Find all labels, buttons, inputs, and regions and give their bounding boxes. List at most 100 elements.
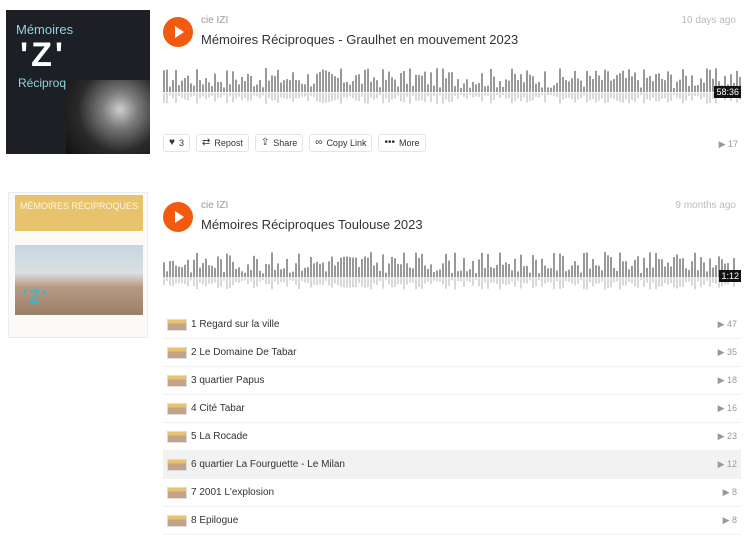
waveform-reflection-bar (532, 278, 534, 289)
waveform-reflection-bar (307, 93, 309, 102)
tracklist-row[interactable]: 2 Le Domaine De Tabar ▶ 35 (163, 339, 741, 367)
waveform-reflection-bar (697, 278, 699, 282)
waveform-bar (343, 256, 345, 278)
track-title[interactable]: Mémoires Réciproques Toulouse 2023 (201, 217, 423, 232)
copy-link-button[interactable]: ∞ Copy Link (309, 134, 373, 152)
track-username[interactable]: cie IZI (201, 200, 228, 211)
waveform-bar (334, 265, 336, 278)
waveform-reflection-bar (544, 93, 546, 103)
waveform-bar (616, 74, 618, 93)
play-button[interactable] (163, 17, 193, 47)
waveform-bar (316, 261, 318, 278)
waveform-reflection-bar (202, 278, 204, 285)
waveform-reflection-bar (595, 93, 597, 103)
waveform-bar (574, 70, 576, 93)
tracklist-row[interactable]: 3 quartier Papus ▶ 18 (163, 367, 741, 395)
waveform-bar (676, 254, 678, 278)
waveform-bar (658, 258, 660, 278)
waveform-bar (205, 78, 207, 93)
waveform-reflection-bar (427, 93, 429, 97)
waveform-bar (595, 70, 597, 93)
track-username[interactable]: cie IZI (201, 15, 228, 26)
waveform-reflection-bar (496, 93, 498, 96)
tracklist-row[interactable]: 5 La Rocade ▶ 23 (163, 423, 741, 451)
waveform-bar (214, 267, 216, 278)
waveform-reflection-bar (256, 93, 258, 97)
waveform-bar (172, 260, 174, 278)
waveform-bar (547, 87, 549, 93)
tracklist-row[interactable]: 8 Epilogue ▶ 8 (163, 507, 741, 535)
waveform-bar (520, 254, 522, 278)
waveform-bar (553, 85, 555, 93)
waveform-reflection-bar (595, 278, 597, 284)
waveform-reflection-bar (607, 93, 609, 103)
waveform-reflection-bar (580, 278, 582, 281)
waveform-reflection-bar (547, 278, 549, 283)
waveform-reflection-bar (433, 93, 435, 96)
waveform-bar (628, 269, 630, 278)
waveform-reflection-bar (502, 93, 504, 96)
waveform-reflection-bar (499, 93, 501, 99)
waveform-bar (385, 272, 387, 278)
tracklist-row[interactable]: 7 2001 L'explosion ▶ 8 (163, 479, 741, 507)
waveform-bar (541, 87, 543, 93)
waveform-reflection-bar (274, 93, 276, 101)
link-icon: ∞ (315, 137, 323, 148)
waveform-reflection-bar (463, 278, 465, 287)
waveform-reflection-bar (196, 278, 198, 290)
waveform-bar (412, 268, 414, 278)
waveform-bar (667, 262, 669, 278)
track-thumbnail (167, 402, 187, 415)
waveform-bar (469, 269, 471, 278)
waveform-reflection-bar (535, 93, 537, 97)
waveform-reflection-bar (631, 278, 633, 284)
like-button[interactable]: ♥ 3 (163, 134, 190, 152)
tracklist-row[interactable]: 1 Regard sur la ville ▶ 47 (163, 311, 741, 339)
tracklist-row[interactable]: 4 Cité Tabar ▶ 16 (163, 395, 741, 423)
waveform-bars[interactable] (163, 250, 741, 294)
more-button[interactable]: ••• More (378, 134, 426, 152)
track-artwork[interactable]: Mémoires 'Z' Réciproques (6, 10, 150, 154)
waveform-reflection-bar (475, 93, 477, 97)
heart-icon: ♥ (169, 137, 175, 148)
waveform-reflection-bar (535, 278, 537, 287)
waveform-bar (457, 271, 459, 278)
waveform-reflection-bar (262, 278, 264, 281)
waveform-bar (241, 76, 243, 93)
waveform-reflection-bar (709, 93, 711, 104)
share-button[interactable]: ⇪ Share (254, 134, 304, 152)
tracklist-title: 3 quartier Papus (191, 375, 265, 386)
track-title[interactable]: Mémoires Réciproques - Graulhet en mouve… (201, 32, 518, 47)
waveform[interactable]: 58:36 (163, 66, 741, 108)
play-count-icon: ▶ (717, 403, 727, 413)
play-button[interactable] (163, 202, 193, 232)
waveform-reflection-bar (403, 93, 405, 103)
waveform-bar (568, 81, 570, 93)
waveform-bar (283, 80, 285, 93)
playlist-artwork[interactable]: MÉMOIRES RÉCIPROQUES 'Z' (8, 192, 148, 338)
waveform-bars[interactable] (163, 66, 741, 108)
waveform-bar (673, 88, 675, 93)
waveform-bar (238, 84, 240, 93)
waveform-bar (460, 87, 462, 93)
waveform-bar (373, 265, 375, 278)
waveform[interactable]: 1:12 (163, 250, 741, 294)
repost-button[interactable]: ⇄ Repost (195, 134, 249, 152)
tracklist-row[interactable]: 6 quartier La Fourguette - Le Milan ▶ 12 (163, 451, 741, 479)
track-thumbnail (167, 486, 187, 499)
waveform-bar (289, 80, 291, 93)
waveform-bar (214, 73, 216, 93)
waveform-bar (181, 80, 183, 93)
waveform-reflection-bar (235, 93, 237, 99)
waveform-bar (280, 82, 282, 93)
waveform-reflection-bar (190, 278, 192, 281)
waveform-reflection-bar (331, 278, 333, 288)
waveform-bar (286, 79, 288, 93)
waveform-reflection-bar (175, 93, 177, 104)
waveform-bar (424, 71, 426, 93)
waveform-reflection-bar (307, 278, 309, 283)
waveform-bar (478, 83, 480, 93)
waveform-bar (460, 270, 462, 278)
copy-link-label: Copy Link (326, 138, 367, 148)
waveform-reflection-bar (196, 93, 198, 104)
